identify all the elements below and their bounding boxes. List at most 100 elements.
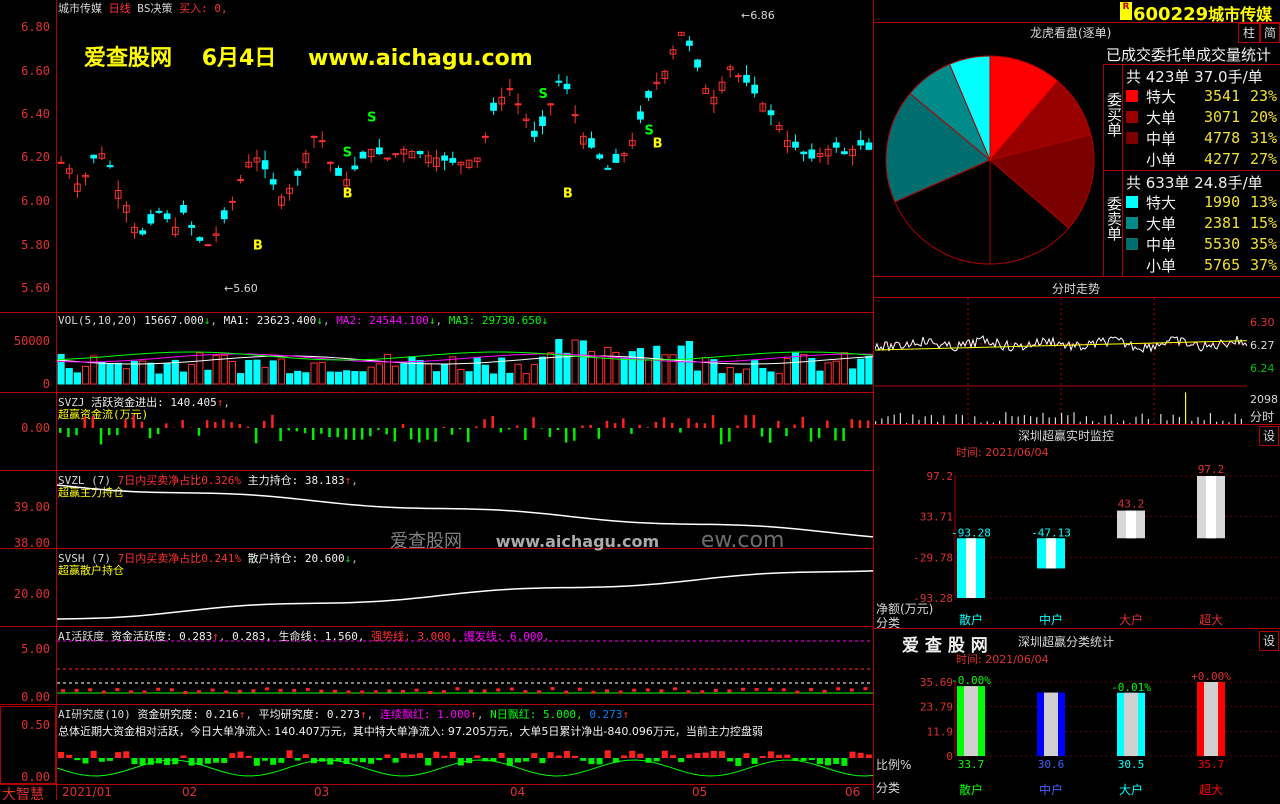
ai-active-bar [605, 689, 609, 692]
monitor-settings-button[interactable]: 设 [1259, 426, 1279, 446]
candle-body [589, 139, 595, 148]
candle-body [572, 115, 578, 116]
volume-bar [450, 357, 456, 384]
classify-ratio-value: 30.5 [1118, 758, 1145, 771]
ai-research-bar [768, 751, 774, 758]
flow-bar [279, 428, 282, 441]
intraday-vol-bar [1030, 416, 1031, 424]
ai-active-bar [197, 690, 201, 693]
sell-orders-label: 委卖单 [1104, 196, 1122, 241]
intraday-vol-bar [912, 414, 913, 424]
ai-research-bar [82, 758, 88, 763]
classify-settings-button[interactable]: 设 [1259, 631, 1279, 651]
ai-active-bar [755, 688, 759, 691]
sell-stat-percent: 37% [1250, 256, 1277, 274]
monitor-y-tick: 33.71 [920, 511, 953, 524]
volume-bar [140, 361, 146, 384]
intraday-vol-bar [943, 415, 944, 424]
ai-activity-chart[interactable] [57, 627, 873, 704]
retail-holding-chart[interactable] [57, 549, 873, 626]
candle-body [809, 150, 815, 158]
intraday-vol-bar [1173, 415, 1174, 424]
candle-body [768, 111, 774, 115]
volume-bar [74, 373, 80, 384]
ai-active-bar [809, 688, 813, 691]
ai-research-bar [703, 753, 709, 758]
ai-research-chart[interactable] [57, 738, 873, 784]
buy-stat-percent: 27% [1250, 150, 1277, 168]
flow-bar [124, 420, 127, 428]
ai-research-bar [833, 758, 839, 764]
flow-bar [532, 417, 535, 428]
y-tick: 5.60 [4, 281, 50, 295]
classify-change-label: -0.01% [1111, 681, 1151, 694]
flow-bar [149, 428, 152, 438]
volume-bar [474, 357, 480, 384]
svsh-y-tick: 20.00 [4, 587, 50, 601]
candle-body [58, 162, 64, 163]
flow-bar [810, 428, 813, 442]
flow-bar [785, 428, 788, 436]
flow-bar [116, 428, 119, 435]
volume-bar [156, 374, 162, 384]
flow-bar [671, 423, 674, 428]
ai-research-bar [743, 753, 749, 758]
divider [0, 392, 874, 393]
volume-chart[interactable] [57, 326, 873, 392]
ai-active-bar [306, 688, 310, 691]
ai-research-bar [841, 758, 847, 766]
flow-bar [753, 415, 756, 428]
monitor-category: 大户 [1119, 612, 1143, 627]
ai-active-bar [714, 689, 718, 692]
divider [874, 276, 1280, 277]
flow-bar [255, 428, 258, 443]
ai-active-bar [333, 690, 337, 693]
intraday-vol-bar [1042, 413, 1043, 424]
classify-y-tick: 23.79 [920, 701, 953, 714]
bar-toggle-button[interactable]: 柱 [1238, 23, 1260, 43]
ai-active-y-tick: 5.00 [4, 642, 50, 656]
volume-bar [727, 368, 733, 384]
candle-body [393, 154, 399, 155]
intraday-y-tick: 6.27 [1250, 339, 1275, 352]
divider [874, 22, 1280, 23]
volume-bar [482, 365, 488, 384]
ai-active-bar [727, 689, 731, 692]
ai-active-bar [632, 689, 636, 692]
ai-active-bar [129, 690, 133, 693]
flow-bar [761, 428, 764, 437]
low-price-label: ←5.60 [224, 282, 258, 295]
ai-research-bar [694, 753, 700, 758]
flow-bar [426, 428, 429, 440]
divider [0, 704, 874, 705]
y-tick: 6.00 [4, 194, 50, 208]
flow-bar [524, 428, 527, 440]
ai-research-bar [711, 751, 717, 758]
volume-bar [197, 353, 203, 384]
candle-body [695, 60, 701, 67]
volume-bar [858, 359, 864, 384]
ai-research-bar [376, 758, 382, 760]
sell-stat-label: 大单 [1146, 213, 1176, 234]
divider [1103, 170, 1280, 171]
simple-toggle-button[interactable]: 简 [1260, 23, 1280, 43]
intraday-chart[interactable] [875, 298, 1247, 424]
flow-bar [508, 428, 511, 429]
ai-active-bar [659, 689, 663, 692]
volume-bar [376, 364, 382, 384]
candlestick-chart[interactable]: BSBSBBSS [57, 0, 873, 312]
volume-bar [719, 374, 725, 384]
volume-bar [654, 346, 660, 384]
flow-bar [394, 428, 397, 441]
ai-research-bar [597, 758, 603, 764]
ai-active-bar [469, 690, 473, 693]
capital-flow-chart[interactable] [57, 400, 873, 470]
ai-research-bar [450, 752, 456, 758]
ai-research-extra: 0.273 [589, 708, 622, 721]
buy-stat-percent: 20% [1250, 108, 1277, 126]
ai-active-bar [61, 689, 65, 692]
y-tick: 6.60 [4, 64, 50, 78]
flow-bar [818, 428, 821, 438]
ai-research-bar [621, 755, 627, 758]
classify-category: 中户 [1039, 782, 1063, 797]
